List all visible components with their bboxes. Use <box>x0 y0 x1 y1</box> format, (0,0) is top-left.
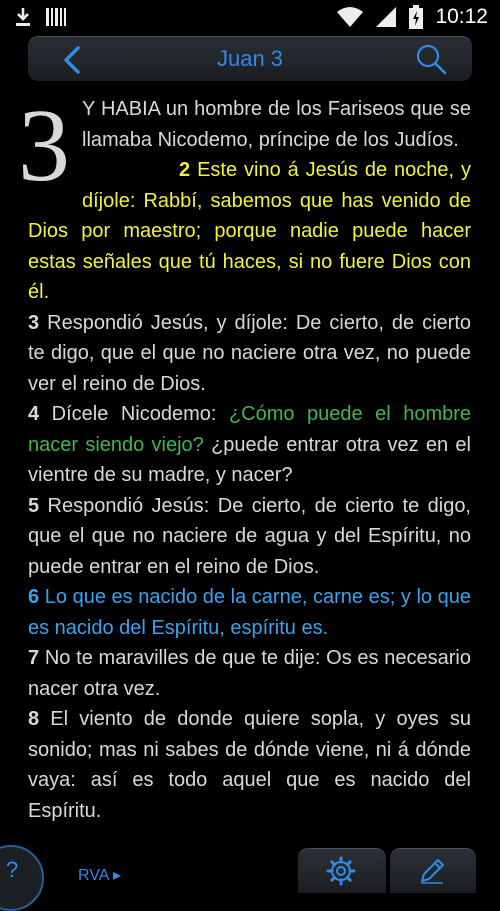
chapter-content: 3 Y HABIA un hombre de los Fariseos que … <box>18 94 471 826</box>
chapter-number: 3 <box>18 88 70 203</box>
barcode-icon <box>46 8 66 26</box>
verse-8[interactable]: 8 El viento de donde quiere sopla, y oye… <box>28 708 471 822</box>
verse-text: Y HABIA un hombre de los Fariseos que se… <box>28 94 471 826</box>
settings-button[interactable] <box>298 848 386 893</box>
pencil-icon <box>421 859 444 884</box>
verse-text-7: No te maravilles de que te dije: Os es n… <box>28 647 471 700</box>
verse-text-1: Y HABIA un hombre de los Fariseos que se… <box>82 98 471 151</box>
verse-text-8: El viento de donde quiere sopla, y oyes … <box>28 708 471 822</box>
verse-text-3: Respondió Jesús, y díjole: De cierto, de… <box>28 311 472 395</box>
help-button[interactable]: ? <box>0 845 44 911</box>
verse-number: 4 <box>28 403 40 425</box>
status-left-icons <box>14 6 66 28</box>
status-bar: 10:12 <box>0 0 500 34</box>
chevron-left-icon[interactable] <box>58 45 88 75</box>
verse-3[interactable]: 3 Respondió Jesús, y díjole: De cierto, … <box>28 312 471 395</box>
verse-4[interactable]: 4 Dícele Nicodemo: ¿Cómo puede el hombre… <box>28 403 471 486</box>
verse-number: 5 <box>28 494 40 517</box>
verse-number: 2 <box>179 159 191 181</box>
top-toolbar: Juan 3 <box>28 36 472 81</box>
verse-6[interactable]: 6 Lo que es nacido de la carne, carne es… <box>28 586 471 639</box>
edit-button[interactable] <box>390 848 476 893</box>
verse-text-5: Respondió Jesús: De cierto, de cierto te… <box>28 494 471 578</box>
status-right-icons: 10:12 <box>337 4 488 30</box>
search-icon[interactable] <box>414 42 448 76</box>
verse-7[interactable]: 7 No te maravilles de que te dije: Os es… <box>28 647 471 700</box>
verse-text-4a: Dícele Nicodemo: <box>51 403 217 425</box>
wifi-icon <box>337 7 364 27</box>
verse-number: 6 <box>28 586 40 608</box>
download-icon <box>16 8 30 26</box>
verse-1[interactable]: Y HABIA un hombre de los Fariseos que se… <box>82 98 471 151</box>
page-title: Juan 3 <box>216 46 284 71</box>
verse-text-2: Este vino á Jesús de noche, y díjole: Ra… <box>28 159 472 303</box>
verse-2[interactable]: 2 Este vino á Jesús de noche, y díjole: … <box>28 159 471 303</box>
battery-icon <box>409 5 424 29</box>
verse-5[interactable]: 5 Respondió Jesús: De cierto, de cierto … <box>28 495 471 578</box>
verse-number: 8 <box>28 708 40 730</box>
version-selector[interactable]: RVA ▸ <box>78 866 121 886</box>
gear-icon <box>326 856 356 886</box>
signal-icon <box>376 7 397 27</box>
help-label: ? <box>6 857 19 882</box>
status-clock: 10:12 <box>435 5 488 28</box>
verse-number: 3 <box>28 311 40 334</box>
verse-text-6: Lo que es nacido de la carne, carne es; … <box>28 586 472 639</box>
verse-number: 7 <box>28 647 40 669</box>
